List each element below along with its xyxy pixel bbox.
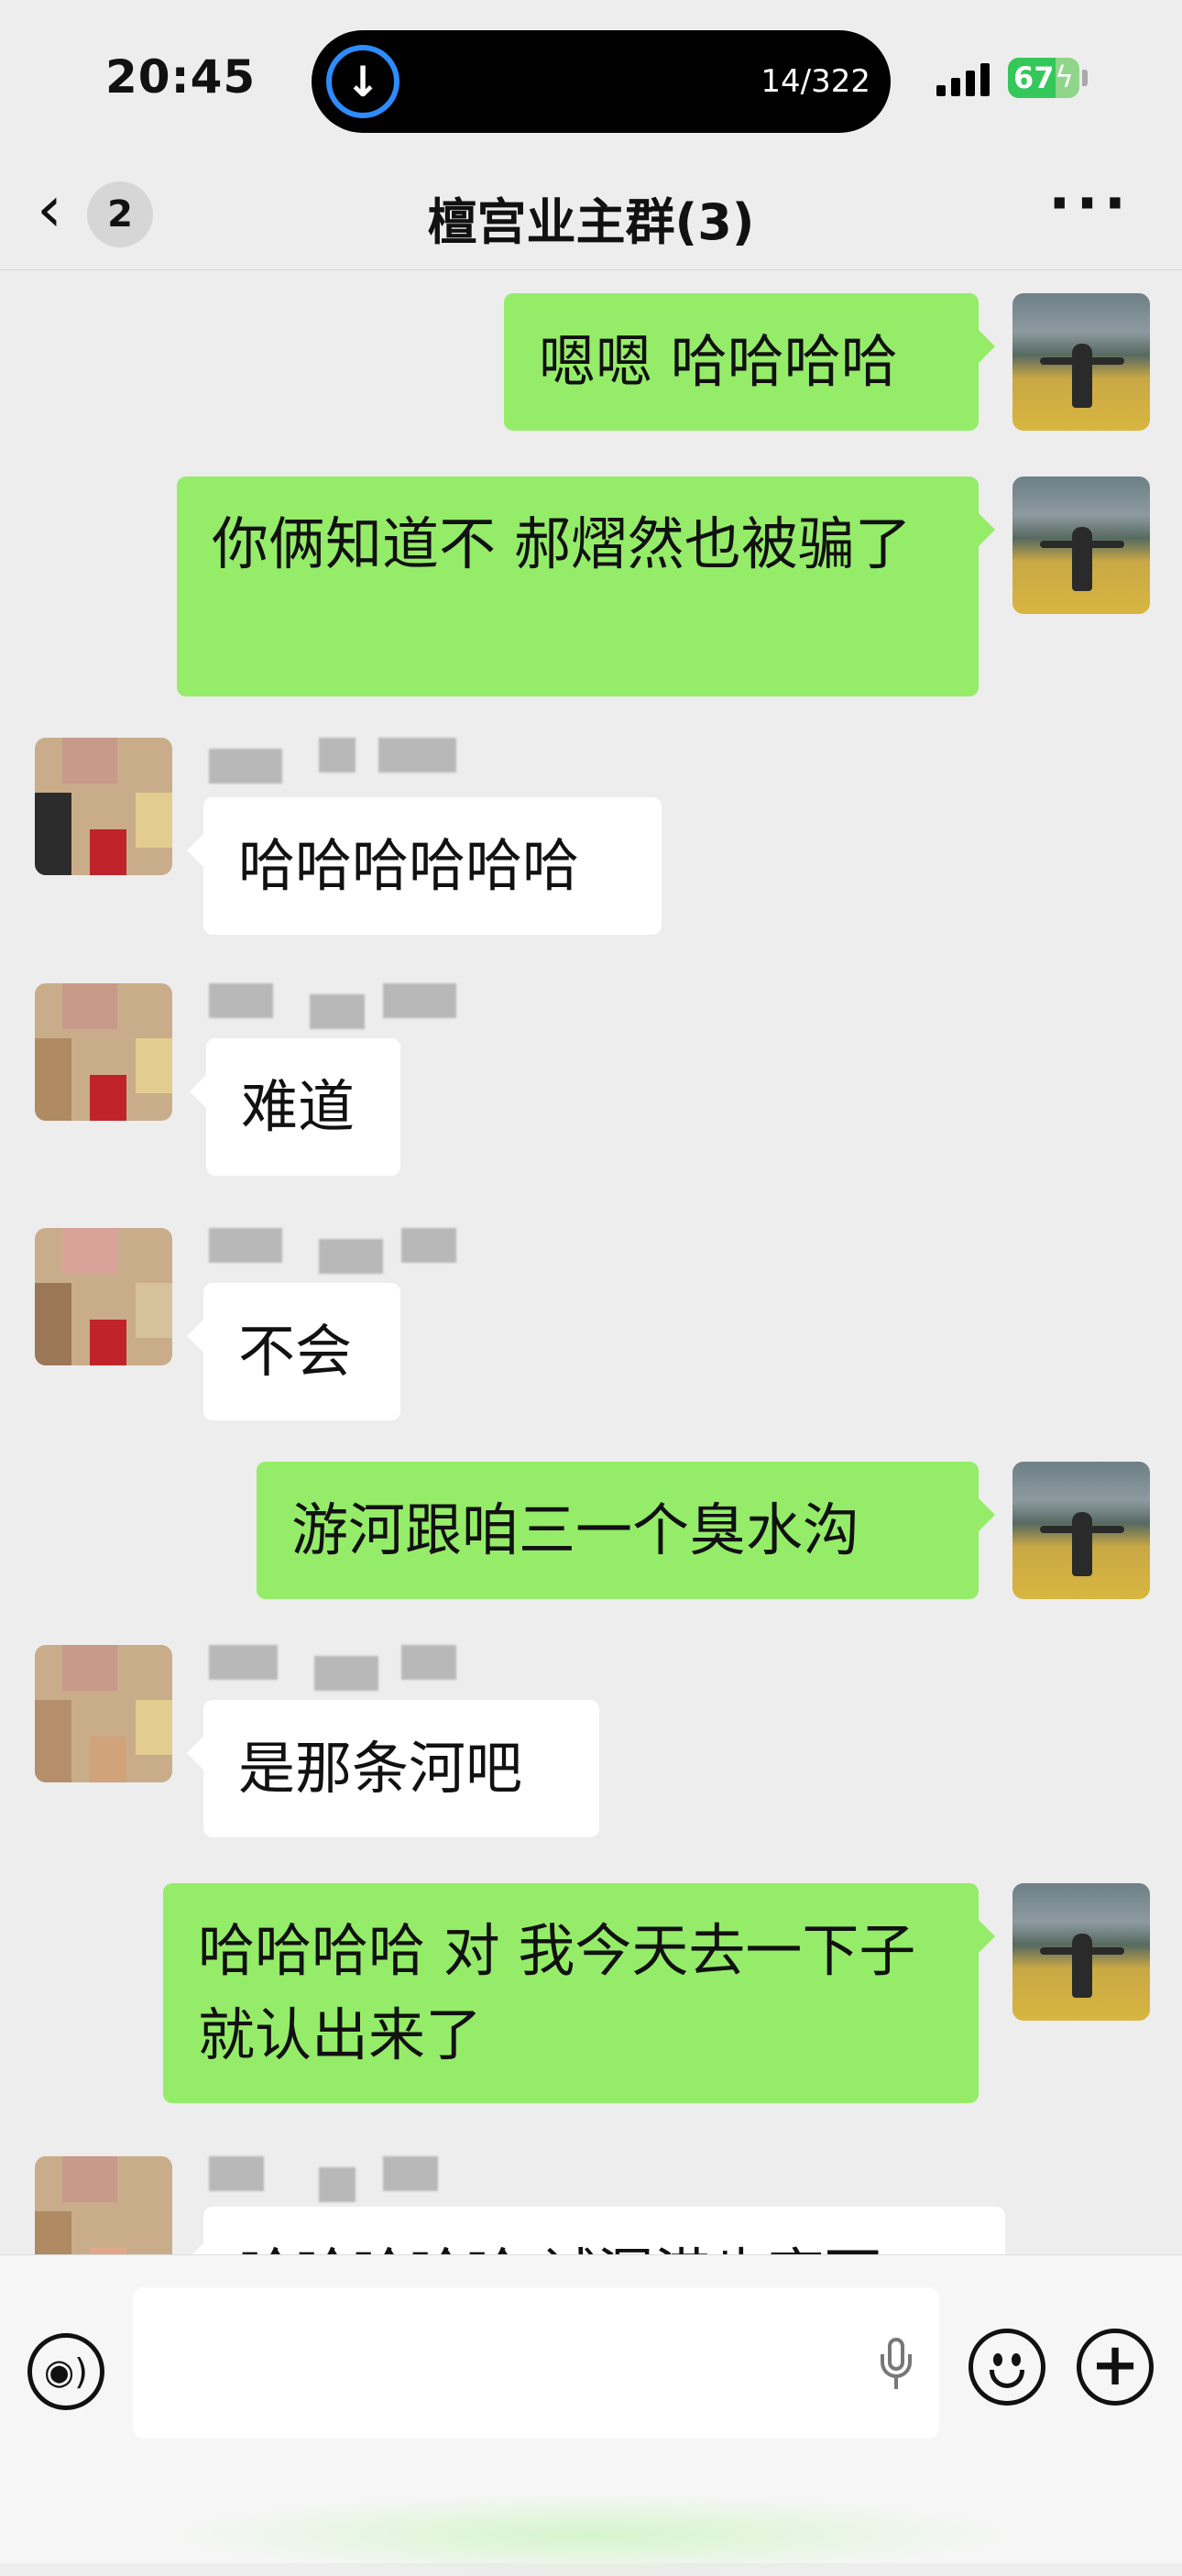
download-progress: 14/322 bbox=[761, 63, 870, 100]
message-row: 哈哈哈哈哈哈 bbox=[0, 738, 1182, 958]
message-row: 你俩知道不 郝熠然也被骗了 bbox=[0, 477, 1182, 696]
message-bubble[interactable]: 游河跟咱三一个臭水沟 bbox=[257, 1462, 995, 1599]
message-row: 哈哈哈哈 对 我今天去一下子就认出来了 bbox=[0, 1883, 1182, 2103]
message-bubble[interactable]: 哈哈哈哈哈 试漏港也育丽 bbox=[187, 2207, 1005, 2254]
more-horizontal-icon[interactable]: ··· bbox=[1048, 175, 1132, 234]
message-row: 不会 bbox=[0, 1228, 1182, 1430]
message-bubble[interactable]: 哈哈哈哈 对 我今天去一下子就认出来了 bbox=[163, 1883, 995, 2103]
message-row: 游河跟咱三一个臭水沟 bbox=[0, 1462, 1182, 1599]
member-avatar[interactable] bbox=[35, 983, 172, 1121]
message-row: 难道 bbox=[0, 983, 1182, 1185]
sender-name-hidden bbox=[209, 1645, 456, 1691]
input-bar: ◉) + bbox=[0, 2254, 1182, 2576]
home-indicator-area bbox=[165, 2494, 1017, 2576]
status-time: 20:45 bbox=[105, 50, 257, 104]
member-avatar[interactable] bbox=[35, 738, 172, 875]
voice-mode-icon[interactable]: ◉) bbox=[27, 2333, 104, 2410]
sender-name-hidden bbox=[209, 2156, 456, 2202]
battery-level: 67 bbox=[1013, 60, 1055, 95]
download-icon: ↓ bbox=[326, 45, 399, 118]
chat-title: 檀宫业主群(3) bbox=[427, 193, 755, 251]
message-bubble[interactable]: 不会 bbox=[187, 1283, 400, 1420]
battery-tip bbox=[1082, 70, 1088, 86]
message-row: 是那条河吧 bbox=[0, 1645, 1182, 1847]
self-avatar[interactable] bbox=[1012, 293, 1150, 431]
status-bar: 20:45 ↓ 14/322 67 ϟ bbox=[0, 0, 1182, 156]
message-bubble[interactable]: 哈哈哈哈哈哈 bbox=[187, 797, 662, 935]
plus-icon[interactable]: + bbox=[1077, 2329, 1154, 2406]
microphone-icon[interactable] bbox=[881, 2338, 912, 2389]
self-avatar[interactable] bbox=[1012, 477, 1150, 614]
battery-charging-icon: 67 ϟ bbox=[1008, 58, 1079, 98]
signal-icon bbox=[936, 61, 993, 96]
member-avatar[interactable] bbox=[35, 2156, 172, 2254]
member-avatar[interactable] bbox=[35, 1645, 172, 1782]
sender-name-hidden bbox=[209, 1228, 456, 1274]
sender-name-hidden bbox=[209, 983, 456, 1029]
member-avatar[interactable] bbox=[35, 1228, 172, 1365]
dynamic-island-download[interactable]: ↓ 14/322 bbox=[312, 30, 891, 133]
message-bubble[interactable]: 是那条河吧 bbox=[187, 1700, 599, 1837]
message-list[interactable]: 嗯嗯 哈哈哈哈 你俩知道不 郝熠然也被骗了 哈哈哈哈哈哈 难道 不会 游河跟咱三… bbox=[0, 270, 1182, 2254]
message-bubble[interactable]: 嗯嗯 哈哈哈哈 bbox=[504, 293, 995, 431]
sender-name-hidden bbox=[209, 738, 456, 784]
self-avatar[interactable] bbox=[1012, 1883, 1150, 2021]
message-bubble[interactable]: 难道 bbox=[190, 1038, 400, 1176]
message-row: 哈哈哈哈哈 试漏港也育丽 bbox=[0, 2156, 1182, 2254]
chat-header: ‹ 2 檀宫业主群(3) ··· bbox=[0, 156, 1182, 270]
message-bubble[interactable]: 你俩知道不 郝熠然也被骗了 bbox=[177, 477, 995, 696]
message-row: 嗯嗯 哈哈哈哈 bbox=[0, 293, 1182, 431]
message-input[interactable] bbox=[133, 2287, 939, 2439]
emoji-icon[interactable] bbox=[969, 2329, 1045, 2406]
self-avatar[interactable] bbox=[1012, 1462, 1150, 1599]
